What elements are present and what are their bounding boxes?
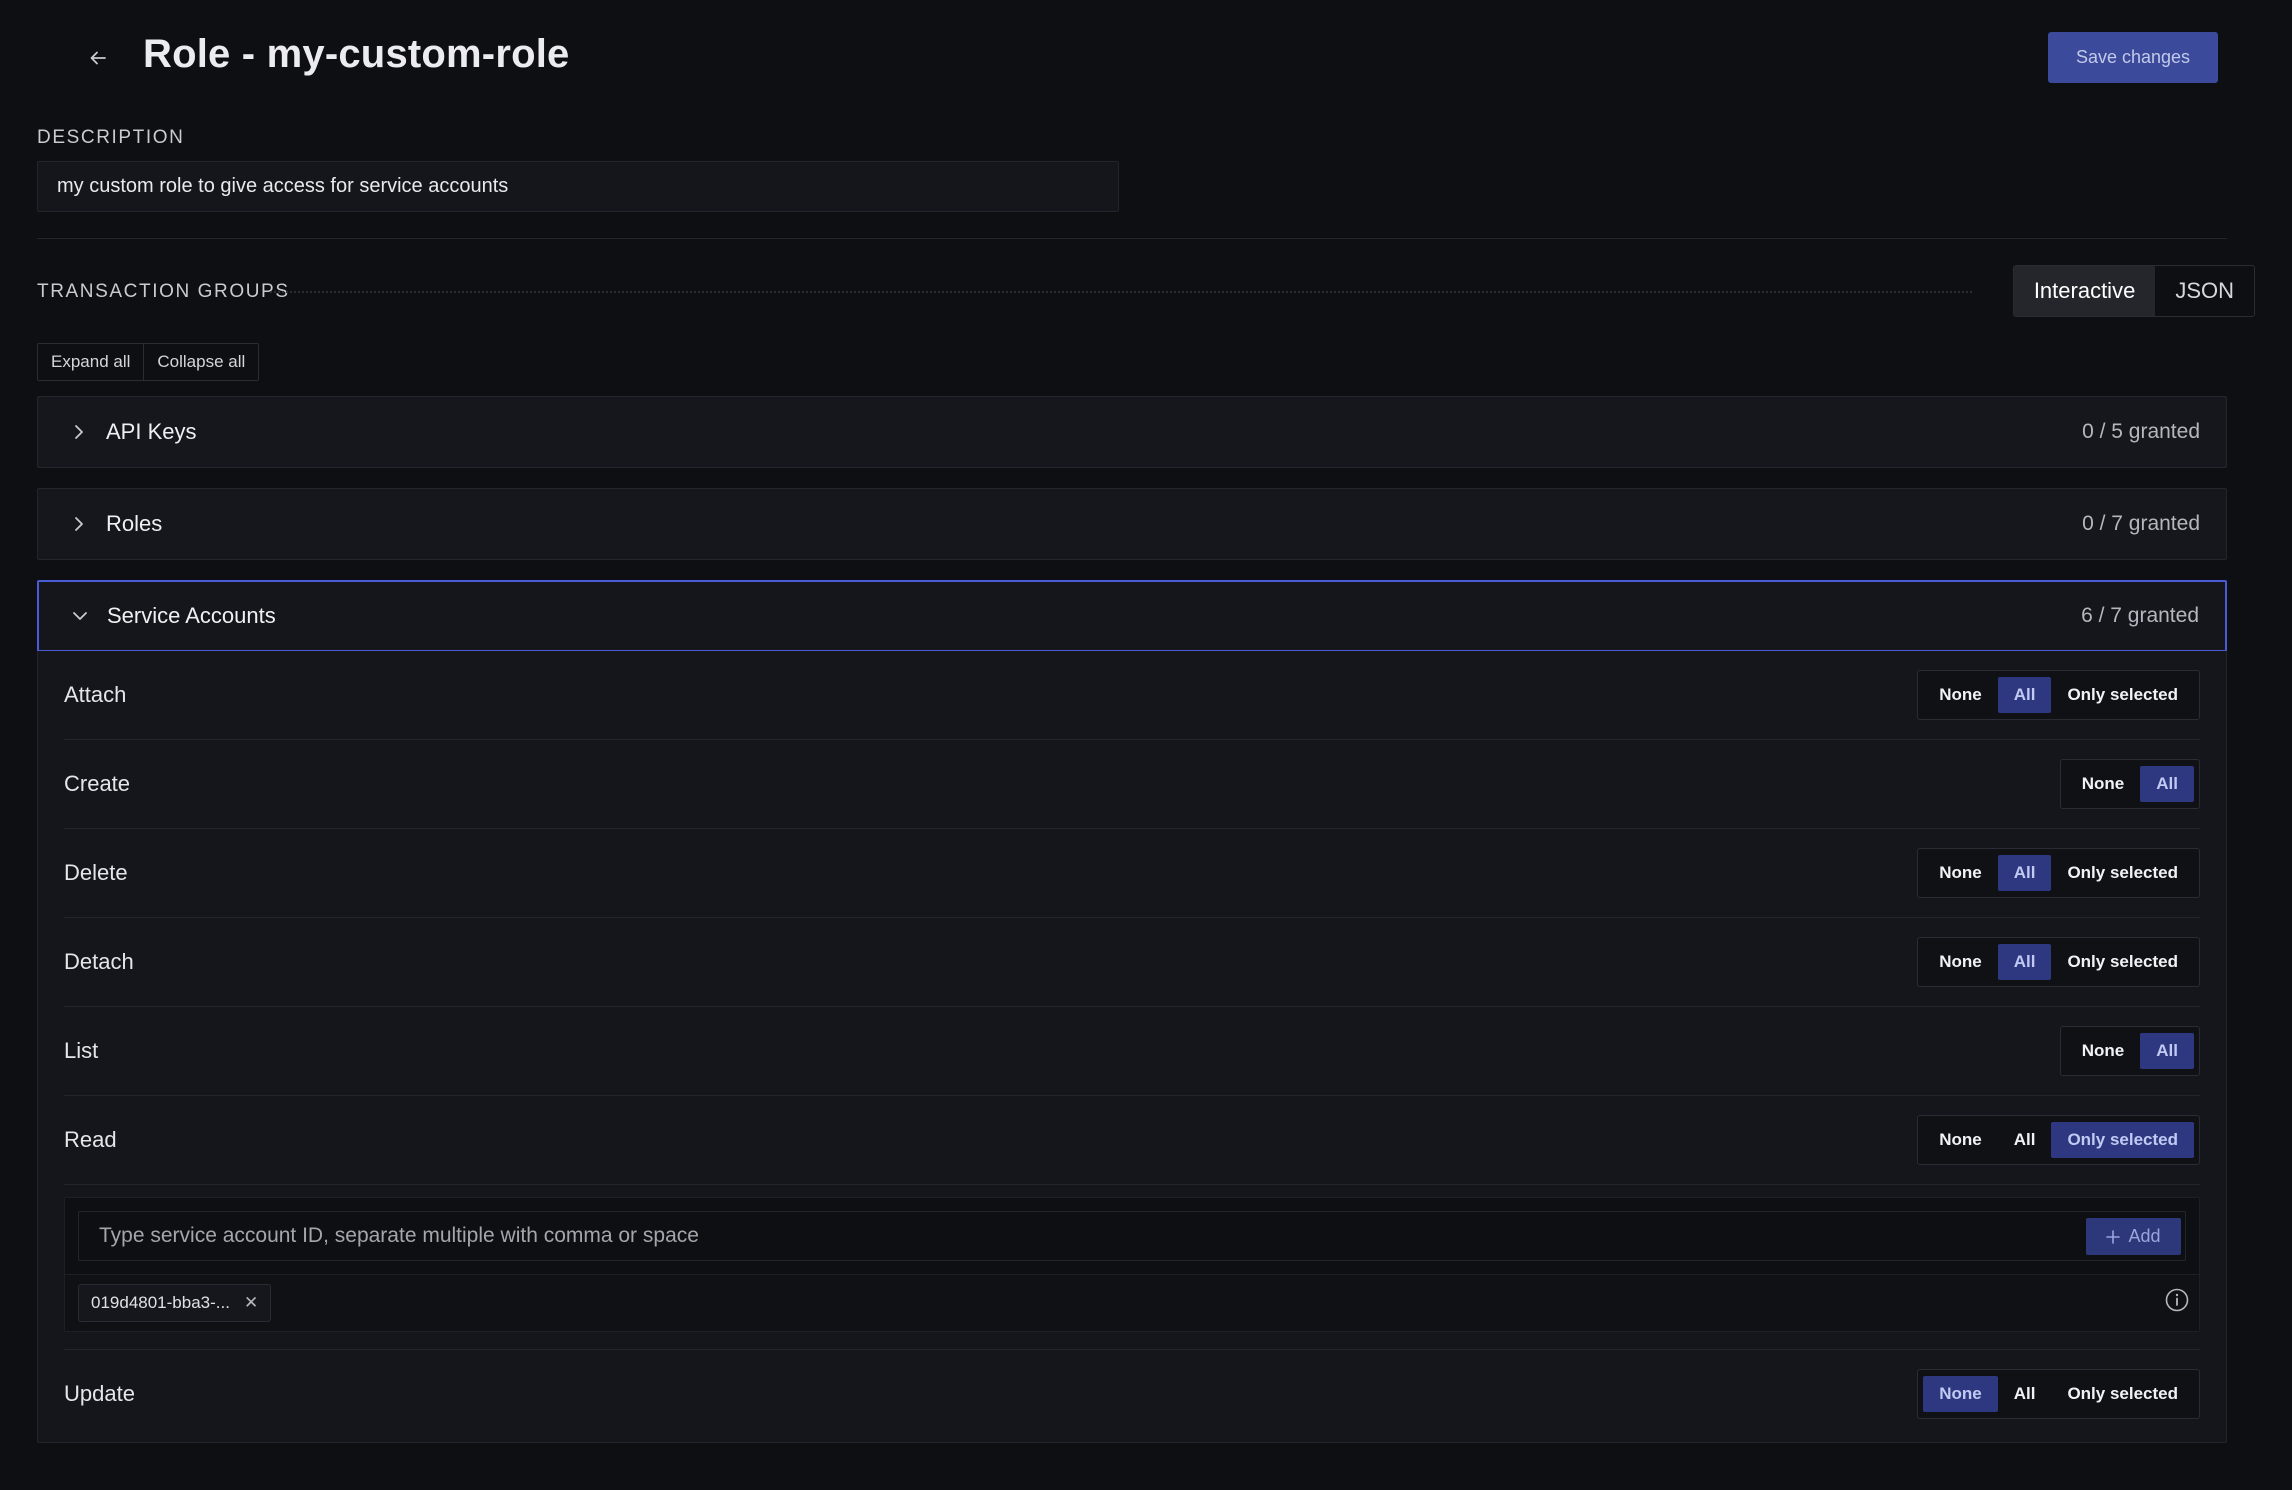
permission-name: Read [64,1127,117,1152]
group-name: Roles [106,511,163,536]
option-only-selected[interactable]: Only selected [2051,1376,2194,1412]
option-none[interactable]: None [1923,855,1998,891]
option-none[interactable]: None [1923,677,1998,713]
permission-selector: None All Only selected [1917,848,2200,898]
option-none[interactable]: None [2066,1033,2141,1069]
group-service-accounts[interactable]: Service Accounts 6 / 7 granted [37,580,2227,652]
id-input-wrapper: Add [78,1211,2186,1261]
permission-row-attach: Attach None All Only selected [64,651,2200,740]
arrow-left-icon [90,51,106,65]
group-name: Service Accounts [107,603,276,628]
read-selected-ids-panel: Add 019d4801-bba3-... ✕ [64,1197,2200,1332]
chevron-right-icon [64,515,94,533]
view-mode-json[interactable]: JSON [2155,266,2254,316]
permission-name: Delete [64,860,128,885]
option-all[interactable]: All [2140,766,2194,802]
group-name: API Keys [106,419,197,444]
chevron-right-icon [64,423,94,441]
permission-row-create: Create None All [64,740,2200,829]
option-all[interactable]: All [1997,855,2052,891]
option-all[interactable]: All [1998,1376,2052,1412]
expand-all-button[interactable]: Expand all [38,344,143,380]
permission-selector: None All Only selected [1917,1115,2200,1165]
option-none[interactable]: None [2066,766,2141,802]
service-accounts-permissions: Attach None All Only selected Create Non… [37,651,2227,1443]
group-api-keys[interactable]: API Keys 0 / 5 granted [37,396,2227,468]
option-none[interactable]: None [1923,1122,1998,1158]
section-divider [37,238,2227,239]
info-icon[interactable] [2163,1286,2191,1314]
permission-row-detach: Detach None All Only selected [64,918,2200,1007]
transaction-groups-label: TRANSACTION GROUPS [37,281,290,302]
chevron-down-icon [65,609,95,623]
option-only-selected[interactable]: Only selected [2051,677,2194,713]
option-all[interactable]: All [1998,1122,2052,1158]
plus-icon [2106,1229,2121,1244]
permission-name: Attach [64,682,127,707]
expand-collapse-controls: Expand all Collapse all [37,343,260,381]
option-only-selected[interactable]: Only selected [2051,855,2194,891]
permission-selector: None All [2059,759,2200,809]
service-account-id-input[interactable] [79,1212,2185,1260]
granted-count: 6 / 7 granted [2081,604,2199,627]
option-only-selected[interactable]: Only selected [2051,1122,2194,1158]
permission-selector: None All Only selected [1917,1369,2200,1419]
permission-selector: None All [2059,1026,2200,1076]
role-editor-page: Role - my-custom-role Save changes DESCR… [0,0,2292,1490]
id-chip: 019d4801-bba3-... ✕ [78,1284,272,1322]
page-title: Role - my-custom-role [143,32,570,76]
description-input[interactable] [37,161,1119,212]
granted-count: 0 / 5 granted [2082,420,2200,443]
option-none[interactable]: None [1923,944,1998,980]
permission-name: Update [64,1381,135,1406]
back-button[interactable] [83,43,113,73]
permission-selector: None All Only selected [1917,937,2200,987]
page-header: Role - my-custom-role Save changes [37,0,2255,115]
save-changes-button[interactable]: Save changes [2048,32,2218,83]
permission-row-read: Read None All Only selected [64,1096,2200,1185]
dotted-separator [270,291,1972,293]
group-roles[interactable]: Roles 0 / 7 granted [37,488,2227,560]
permission-name: Detach [64,949,134,974]
option-all[interactable]: All [2140,1033,2194,1069]
granted-count: 0 / 7 granted [2082,512,2200,535]
permission-name: List [64,1038,99,1063]
option-only-selected[interactable]: Only selected [2051,944,2194,980]
option-none[interactable]: None [1923,1376,1998,1412]
collapse-all-button[interactable]: Collapse all [143,344,258,380]
view-mode-interactive[interactable]: Interactive [2013,266,2156,316]
add-label: Add [2128,1226,2161,1246]
permission-name: Create [64,771,131,796]
permission-selector: None All Only selected [1917,670,2200,720]
selected-ids-list: 019d4801-bba3-... ✕ [65,1274,2199,1331]
option-all[interactable]: All [1997,677,2052,713]
view-mode-toggle: Interactive JSON [2012,265,2255,317]
permission-row-delete: Delete None All Only selected [64,829,2200,918]
permission-row-list: List None All [64,1007,2200,1096]
id-chip-label: 019d4801-bba3-... [91,1293,230,1312]
option-all[interactable]: All [1997,944,2052,980]
permission-row-update: Update None All Only selected [64,1349,2200,1438]
description-label: DESCRIPTION [37,127,185,148]
close-icon[interactable]: ✕ [244,1293,258,1313]
add-id-button[interactable]: Add [2086,1218,2181,1255]
